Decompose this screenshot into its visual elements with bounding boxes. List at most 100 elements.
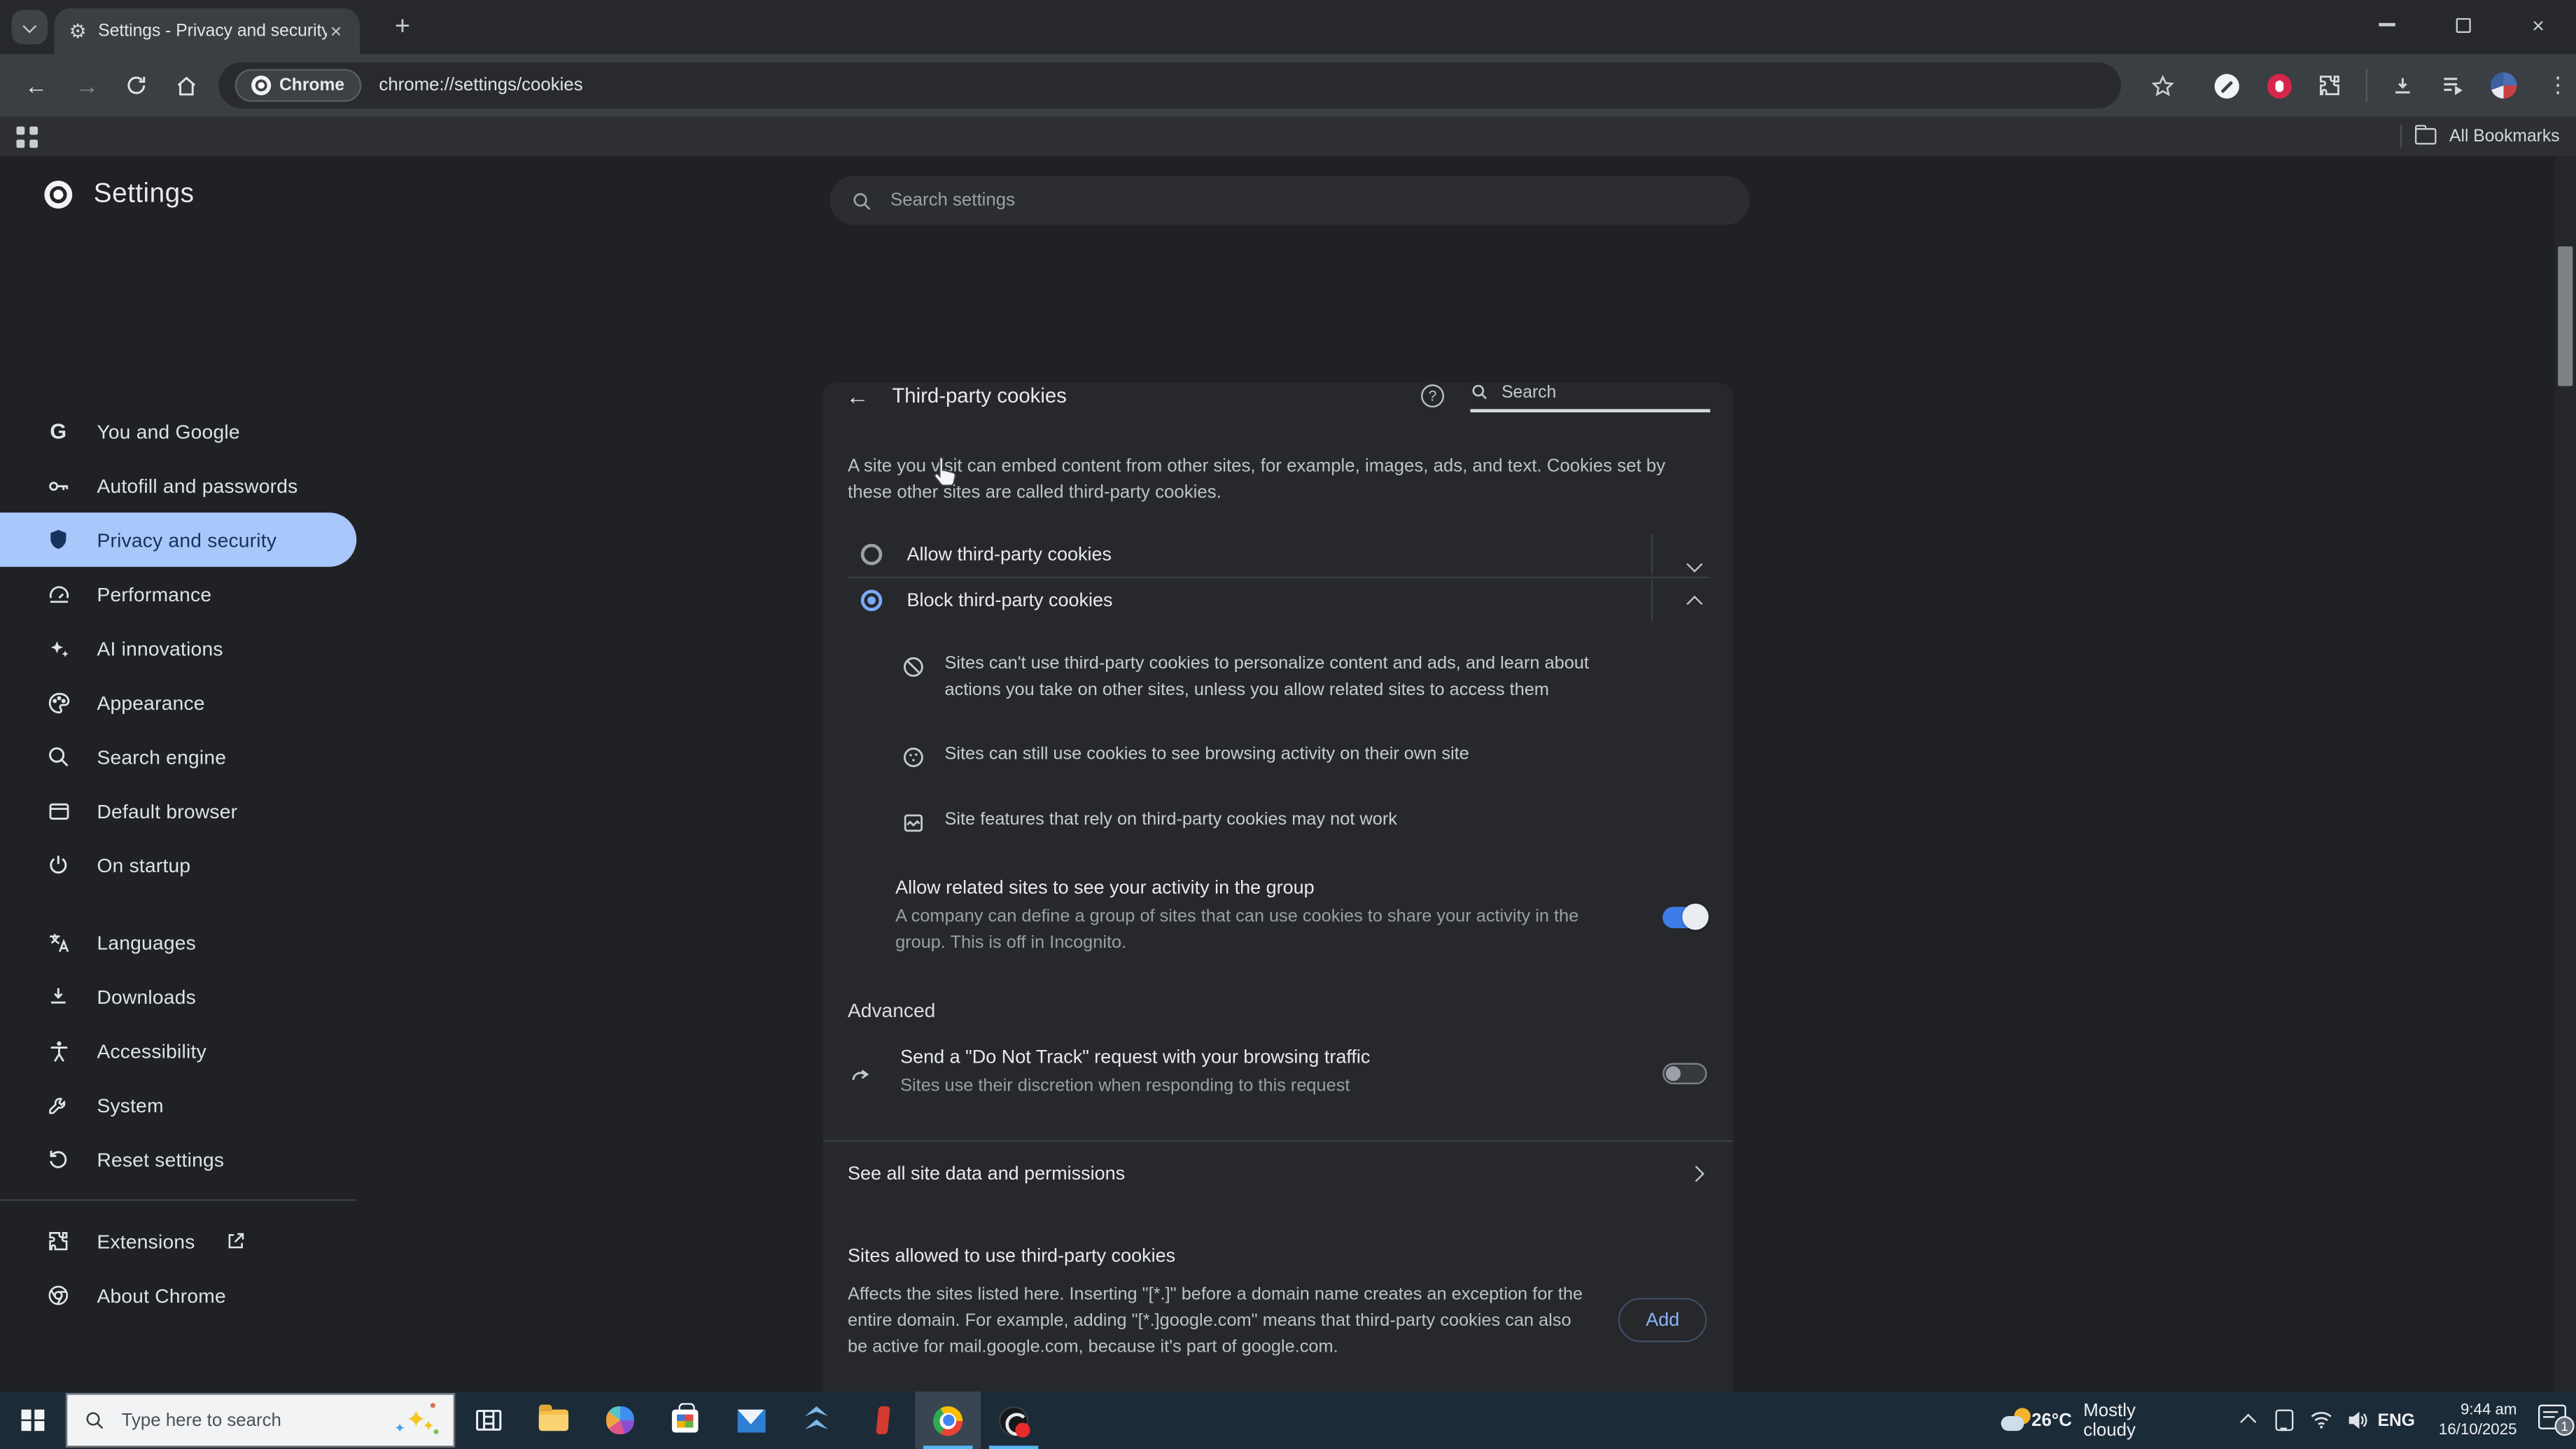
- extensions-button[interactable]: [2308, 54, 2351, 116]
- sidebar-item-extensions[interactable]: Extensions: [0, 1214, 356, 1268]
- taskbar-search[interactable]: ✦✦✦: [65, 1393, 456, 1448]
- red-app-button[interactable]: [849, 1392, 915, 1449]
- option-block-third-party[interactable]: Block third-party cookies: [848, 579, 1709, 623]
- power-icon: [44, 851, 72, 879]
- related-sites-toggle-on[interactable]: [1662, 903, 1709, 930]
- card-header: ← Third-party cookies ?: [823, 382, 1733, 422]
- hidden-icons-chevron[interactable]: [2240, 1413, 2257, 1430]
- radio-selected-icon[interactable]: [860, 590, 883, 612]
- scrollbar-thumb[interactable]: [2558, 246, 2573, 386]
- sidebar-item-on-startup[interactable]: On startup: [0, 838, 356, 892]
- tab-search-button[interactable]: [11, 10, 48, 45]
- security-app-button[interactable]: [783, 1392, 849, 1449]
- sidebar-item-performance[interactable]: Performance: [0, 567, 356, 621]
- sidebar-item-search-engine[interactable]: Search engine: [0, 729, 356, 783]
- url-text: chrome://settings/cookies: [379, 75, 583, 96]
- three-dot-menu-icon: ⋮: [2547, 72, 2569, 97]
- sidebar-item-system[interactable]: System: [0, 1078, 356, 1132]
- cookie-icon: [900, 745, 928, 771]
- extension-b-button[interactable]: [2258, 54, 2300, 116]
- downloads-button[interactable]: [2381, 54, 2423, 116]
- address-bar[interactable]: Chrome chrome://settings/cookies: [218, 62, 2121, 108]
- broken-feature-icon: [900, 810, 928, 836]
- profile-button[interactable]: [2482, 54, 2525, 116]
- volume-icon[interactable]: [2346, 1410, 2369, 1432]
- allowed-sites-description: Affects the sites listed here. Inserting…: [848, 1284, 1583, 1358]
- browser-window: ⚙ Settings - Privacy and security × + × …: [0, 0, 2576, 1449]
- page-search[interactable]: [1470, 382, 1711, 412]
- sidebar-item-default-browser[interactable]: Default browser: [0, 783, 356, 837]
- sidebar-item-languages[interactable]: Languages: [0, 915, 356, 969]
- sidebar-item-ai-innovations[interactable]: AI innovations: [0, 621, 356, 675]
- sidebar-item-appearance[interactable]: Appearance: [0, 676, 356, 729]
- sidebar-item-about-chrome[interactable]: About Chrome: [0, 1268, 356, 1322]
- page-search-input[interactable]: [1498, 382, 1663, 404]
- menu-button[interactable]: ⋮: [2537, 54, 2576, 116]
- microsoft-store-button[interactable]: [652, 1392, 718, 1449]
- active-tab[interactable]: ⚙ Settings - Privacy and security ×: [54, 8, 360, 55]
- option-allow-third-party[interactable]: Allow third-party cookies: [848, 533, 1709, 577]
- translate-icon: [44, 928, 72, 956]
- see-all-site-data-row[interactable]: See all site data and permissions: [823, 1142, 1733, 1206]
- sidebar-item-autofill[interactable]: Autofill and passwords: [0, 458, 356, 512]
- start-button[interactable]: [0, 1392, 66, 1449]
- settings-search[interactable]: [830, 176, 1750, 225]
- site-info-chip[interactable]: Chrome: [234, 69, 361, 102]
- magnifier-icon: [44, 743, 72, 771]
- file-explorer-button[interactable]: [521, 1392, 587, 1449]
- mail-button[interactable]: [718, 1392, 784, 1449]
- new-tab-button[interactable]: +: [381, 6, 424, 49]
- sidebar-item-you-and-google[interactable]: G You and Google: [0, 404, 356, 458]
- task-view-button[interactable]: [455, 1392, 521, 1449]
- sidebar-item-privacy-and-security[interactable]: Privacy and security: [0, 512, 357, 567]
- home-button[interactable]: [164, 54, 207, 116]
- close-button[interactable]: ×: [2500, 0, 2576, 49]
- radio-unselected-icon[interactable]: [860, 544, 883, 566]
- sidebar-item-downloads[interactable]: Downloads: [0, 969, 356, 1023]
- minimize-button[interactable]: [2349, 0, 2425, 49]
- key-icon: [44, 472, 72, 500]
- chrome-app-button[interactable]: [915, 1391, 981, 1449]
- back-button[interactable]: ←: [15, 54, 57, 116]
- bookmarks-divider: [2400, 125, 2402, 148]
- windows-logo-icon: [21, 1408, 45, 1432]
- date: 16/10/2025: [2438, 1420, 2517, 1438]
- weather-temp: 26°C: [2031, 1410, 2072, 1431]
- tab-close-icon[interactable]: ×: [327, 20, 345, 43]
- shield-icon: [44, 526, 72, 554]
- red-app-icon: [874, 1406, 890, 1434]
- weather-widget[interactable]: 26°C Mostly cloudy: [2000, 1392, 2149, 1449]
- help-icon[interactable]: ?: [1421, 384, 1444, 408]
- bookmark-star-button[interactable]: [2141, 54, 2183, 116]
- advanced-label: Advanced: [848, 999, 936, 1023]
- scrollbar[interactable]: [2554, 155, 2576, 1392]
- taskbar-search-input[interactable]: [118, 1408, 382, 1432]
- reload-button[interactable]: [115, 54, 158, 116]
- maximize-button[interactable]: [2425, 0, 2500, 49]
- notification-center-button[interactable]: 1: [2538, 1404, 2575, 1436]
- obs-app-button[interactable]: [981, 1392, 1046, 1449]
- apps-grid-icon[interactable]: [16, 126, 38, 148]
- chrome-logo-icon: [44, 181, 73, 209]
- wifi-icon[interactable]: [2310, 1410, 2333, 1429]
- clock[interactable]: 9:44 am 16/10/2025: [2439, 1392, 2517, 1449]
- sidebar-item-accessibility[interactable]: Accessibility: [0, 1023, 356, 1077]
- add-site-button[interactable]: Add: [1618, 1298, 1707, 1343]
- settings-search-input[interactable]: [887, 188, 1728, 212]
- language-indicator[interactable]: ENG: [2378, 1392, 2415, 1449]
- all-bookmarks[interactable]: All Bookmarks: [2400, 117, 2560, 156]
- reading-list-button[interactable]: [2431, 54, 2474, 116]
- copilot-button[interactable]: [587, 1392, 652, 1449]
- detail-item: Sites can still use cookies to see brows…: [900, 743, 1733, 771]
- back-arrow-icon[interactable]: ←: [846, 383, 869, 410]
- extension-a-button[interactable]: [2205, 54, 2248, 116]
- collapse-button[interactable]: [1686, 589, 1703, 618]
- expand-button[interactable]: [1686, 549, 1703, 578]
- device-tray-icon[interactable]: [2275, 1409, 2294, 1432]
- do-not-track-toggle-off[interactable]: [1662, 1063, 1707, 1085]
- sidebar-item-reset-settings[interactable]: Reset settings: [0, 1132, 356, 1186]
- block-details: Sites can't use third-party cookies to p…: [900, 652, 1733, 836]
- forward-button[interactable]: →: [66, 54, 108, 116]
- weather-condition: Mostly cloudy: [2083, 1400, 2136, 1441]
